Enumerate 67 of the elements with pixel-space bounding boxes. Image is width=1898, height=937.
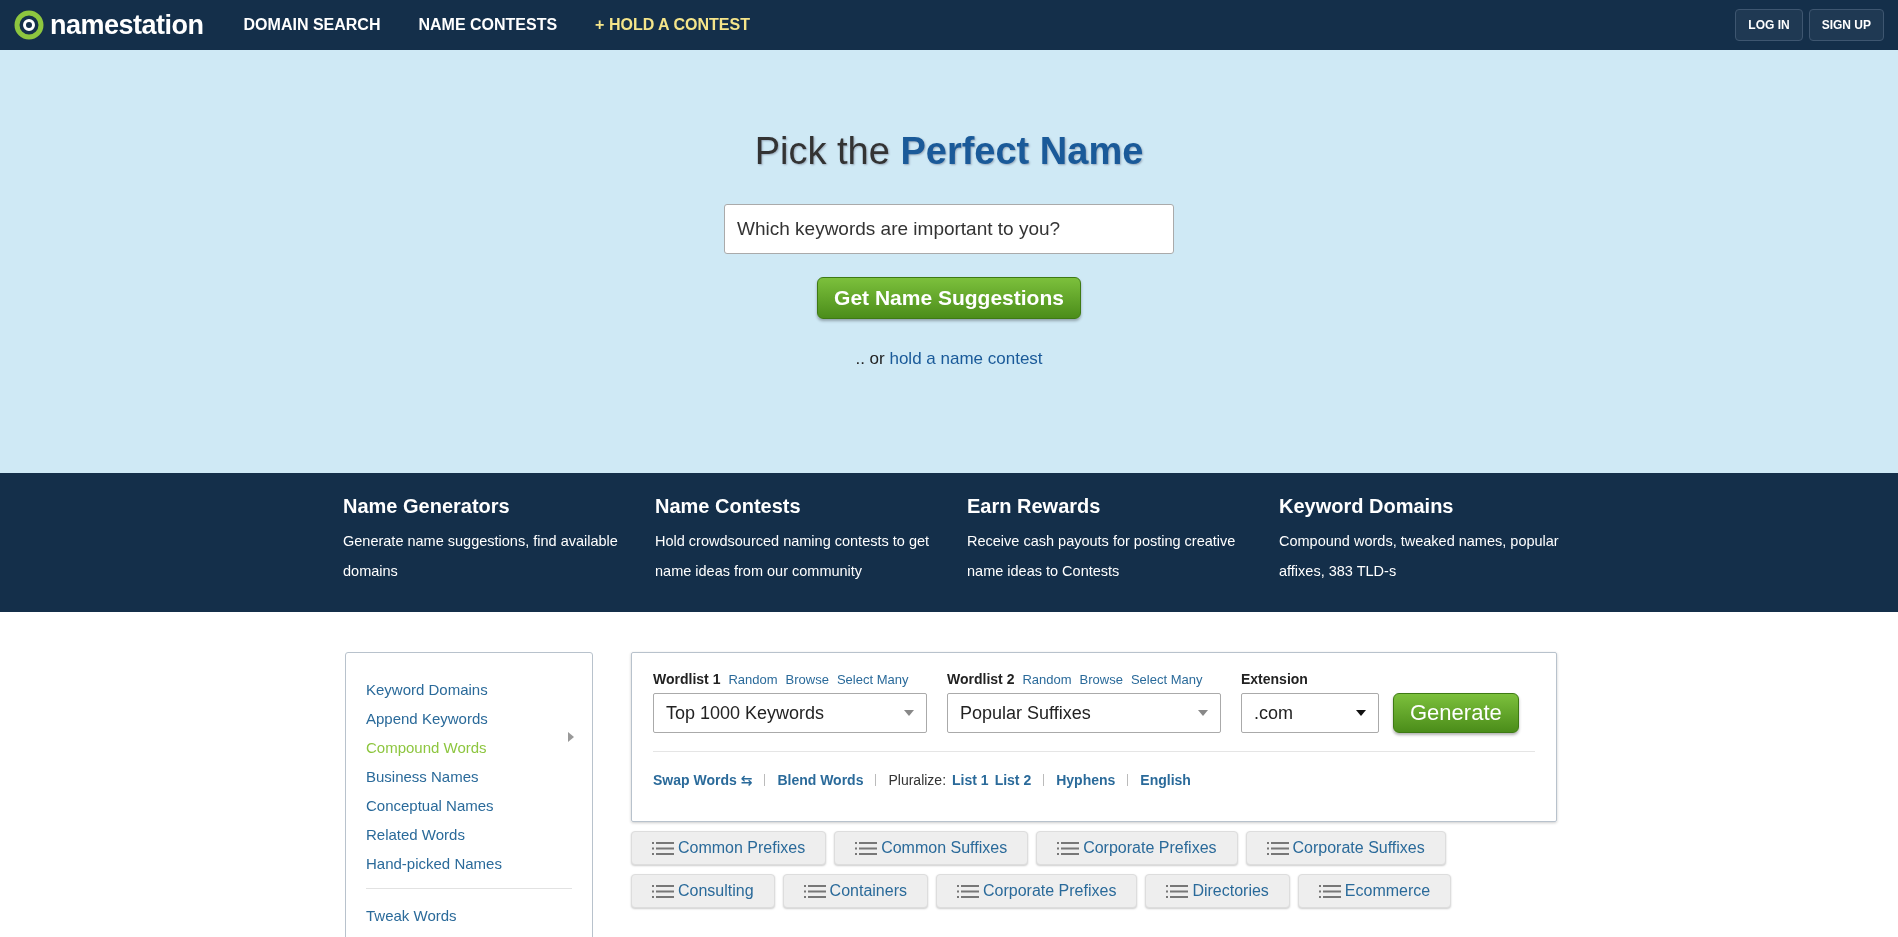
sidebar-item[interactable]: Related Words [366, 820, 572, 849]
sidebar-item[interactable]: Business Names [366, 762, 572, 791]
wordlist-link[interactable]: Select Many [836, 672, 909, 687]
nav-link[interactable]: + HOLD A CONTEST [595, 16, 750, 34]
list-icon [1266, 841, 1289, 855]
alt-prefix-text: .. or [855, 349, 885, 368]
option-link[interactable]: List 2 [994, 772, 1032, 788]
wordlist-tag-button[interactable]: Ecommerce [1297, 874, 1452, 908]
logo[interactable]: namestation [14, 9, 204, 41]
list-icon [957, 884, 979, 898]
wordlist-label: Wordlist 1 [653, 671, 721, 687]
wordlist-link[interactable]: Browse [785, 672, 829, 687]
feature-title: Name Contests [655, 495, 802, 518]
wordlist-dropdown[interactable]: Top 1000 Keywords [653, 693, 927, 733]
feature-title: Earn Rewards [967, 495, 1102, 518]
sidebar-item[interactable]: Conceptual Names [366, 791, 572, 820]
wordlist-link[interactable]: Random [728, 672, 778, 687]
sidebar-item[interactable]: Hand-picked Names [366, 849, 572, 878]
wordlist-tag-button[interactable]: Common Suffixes [834, 831, 1029, 865]
option-label: Pluralize: [888, 772, 947, 788]
dropdown-arrow-icon [1198, 710, 1208, 716]
hero-title: Pick the Perfect Name [754, 130, 1144, 173]
wordlist-tag-button[interactable]: Containers [782, 874, 928, 908]
nav-button[interactable]: SIGN UP [1808, 9, 1884, 41]
wordlist-dropdown[interactable]: Popular Suffixes [947, 693, 1221, 733]
feature-description: Receive cash payouts for posting creative name ideas to Contests [967, 532, 1237, 581]
keyword-search-field[interactable]: Which keywords are important to you? [724, 204, 1174, 254]
list-icon [1318, 884, 1341, 898]
nav-button[interactable]: LOG IN [1735, 9, 1803, 41]
nav-link[interactable]: DOMAIN SEARCH [243, 16, 381, 34]
logo-icon [14, 10, 44, 40]
wordlist-tag-button[interactable]: Common Prefixes [631, 831, 827, 865]
wordlist-label: Wordlist 2 [947, 671, 1015, 687]
sidebar-item[interactable]: Append Keywords [366, 704, 572, 733]
list-icon [855, 841, 878, 855]
feature-description: Generate name suggestions, find available domains [343, 532, 619, 581]
list-icon [652, 884, 674, 898]
feature-description: Compound words, tweaked names, popular affixes, 383 TLD-s [1279, 532, 1560, 581]
option-link[interactable]: Swap Words ⇆ [653, 772, 753, 788]
option-link[interactable]: List 1 [952, 772, 989, 788]
list-icon [803, 884, 826, 898]
extension-label: Extension [1241, 671, 1308, 687]
feature-title: Name Generators [343, 495, 511, 518]
feature-description: Hold crowdsourced naming contests to get name ideas from our community [655, 532, 931, 581]
wordlist-tag-button[interactable]: Consulting [631, 874, 775, 908]
option-link[interactable]: Blend Words [777, 772, 864, 788]
sidebar-item[interactable]: Tweak Words [366, 901, 572, 930]
caret-icon [568, 732, 574, 742]
option-link[interactable]: English [1140, 772, 1191, 788]
contest-link[interactable]: hold a name contest [889, 349, 1043, 368]
list-icon [1166, 884, 1189, 898]
wordlist-tag-button[interactable]: Corporate Prefixes [936, 874, 1138, 908]
option-link[interactable]: Hyphens [1056, 772, 1116, 788]
extension-dropdown[interactable]: .com [1241, 693, 1379, 733]
dropdown-arrow-icon [904, 710, 914, 716]
list-icon [652, 841, 674, 855]
wordlist-link[interactable]: Select Many [1130, 672, 1203, 687]
wordlist-link[interactable]: Random [1022, 672, 1072, 687]
wordlist-tag-button[interactable]: Directories [1145, 874, 1290, 908]
sidebar-item[interactable]: Keyword Domains [366, 675, 572, 704]
wordlist-link[interactable]: Browse [1079, 672, 1123, 687]
list-icon [1057, 841, 1080, 855]
nav-link[interactable]: NAME CONTESTS [418, 16, 558, 34]
wordlist-tag-button[interactable]: Corporate Prefixes [1036, 831, 1238, 865]
wordlist-tag-button[interactable]: Corporate Suffixes [1245, 831, 1446, 865]
dropdown-arrow-icon [1356, 710, 1366, 716]
feature-title: Keyword Domains [1279, 495, 1455, 518]
